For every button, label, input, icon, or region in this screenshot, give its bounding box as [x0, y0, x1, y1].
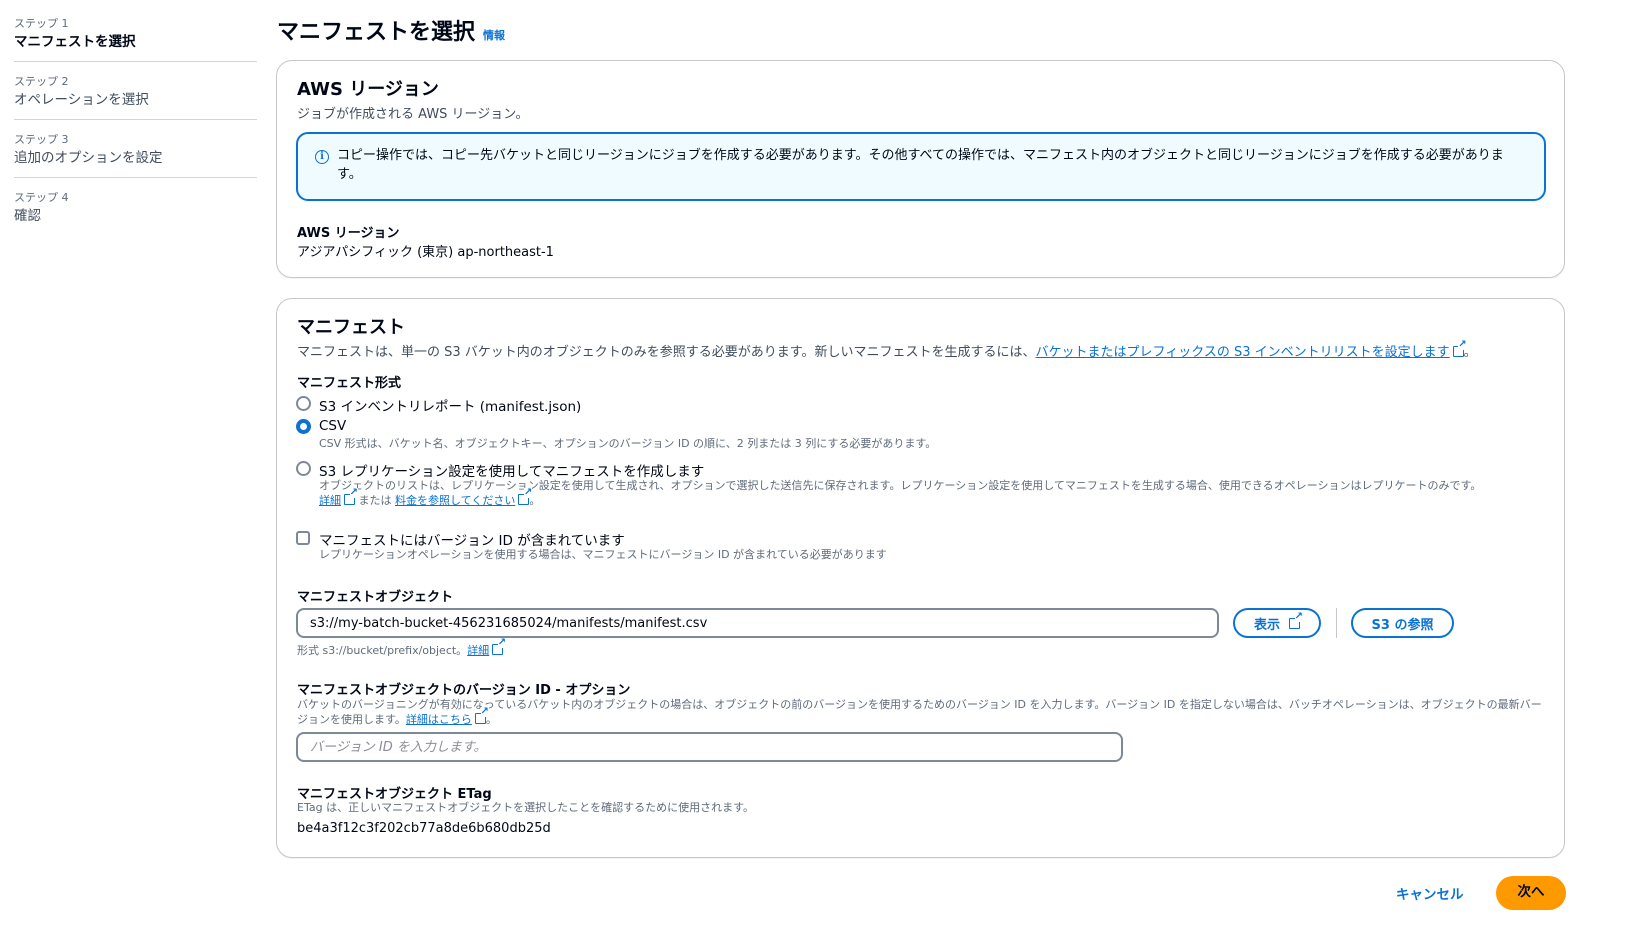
step-label[interactable]: 追加のオプションを設定	[14, 148, 257, 168]
manifest-description: マニフェストは、単一の S3 バケット内のオブジェクトのみを参照する必要がありま…	[297, 340, 1477, 360]
region-label: AWS リージョン	[297, 226, 400, 241]
version-id-label: マニフェストオブジェクトのバージョン ID - オプション	[297, 683, 631, 698]
alert-text: コピー操作では、コピー先バケットと同じリージョンにジョブを作成する必要があります…	[337, 148, 1504, 182]
view-button[interactable]: 表示	[1233, 608, 1321, 638]
step-label[interactable]: オペレーションを選択	[14, 90, 257, 110]
region-value: アジアパシフィック (東京) ap-northeast-1	[297, 245, 554, 260]
view-button-label[interactable]: 表示	[1254, 614, 1280, 633]
inventory-config-link[interactable]: バケットまたはプレフィックスの S3 インベントリリストを設定します	[1036, 345, 1450, 360]
external-link-icon	[492, 638, 507, 655]
manifest-panel: マニフェスト マニフェストは、単一の S3 バケット内のオブジェクトのみを参照す…	[276, 298, 1565, 858]
manifest-object-hint: 形式 s3://bucket/prefix/object。詳細	[297, 638, 507, 658]
radio-label[interactable]: S3 インベントリレポート (manifest.json)	[319, 395, 581, 415]
manifest-object-input[interactable]	[296, 608, 1219, 638]
radio-button[interactable]	[296, 396, 311, 411]
version-id-description: バケットのバージョニングが有効になっているバケット内のオブジェクトの場合は、オブ…	[297, 697, 1547, 727]
region-title: AWS リージョン	[297, 79, 439, 100]
external-link-icon	[518, 488, 533, 505]
etag-description: ETag は、正しいマニフェストオブジェクトを選択したことを確認するために使用さ…	[297, 801, 754, 814]
next-button[interactable]: 次へ	[1496, 876, 1566, 910]
learn-more-link[interactable]: 詳細はこちら	[406, 713, 472, 726]
manifest-format-label: マニフェスト形式	[297, 376, 402, 391]
browse-s3-label[interactable]: S3 の参照	[1372, 614, 1434, 633]
manifest-title: マニフェスト	[297, 317, 405, 338]
step-number: ステップ 4	[14, 191, 69, 204]
manifest-object-label: マニフェストオブジェクト	[297, 590, 454, 605]
step-3[interactable]: ステップ 3 追加のオプションを設定	[14, 132, 257, 178]
details-link[interactable]: 詳細	[467, 644, 489, 657]
version-id-input[interactable]	[296, 732, 1123, 762]
checkbox-label[interactable]: マニフェストにはバージョン ID が含まれています	[319, 529, 625, 549]
step-number: ステップ 1	[14, 17, 69, 30]
checkbox[interactable]	[296, 531, 310, 545]
pricing-link[interactable]: 料金を参照してください	[395, 494, 515, 507]
replication-desc-text: オブジェクトのリストは、レプリケーション設定を使用して生成され、オプションで選択…	[319, 479, 1482, 492]
cancel-button[interactable]: キャンセル	[1396, 883, 1464, 903]
region-panel: AWS リージョン ジョブが作成される AWS リージョン。 i コピー操作では…	[276, 60, 1565, 278]
step-number: ステップ 3	[14, 133, 69, 146]
external-link-icon	[1452, 340, 1467, 357]
details-link[interactable]: 詳細	[319, 494, 341, 507]
step-label[interactable]: 確認	[14, 206, 257, 226]
region-info-alert: i コピー操作では、コピー先バケットと同じリージョンにジョブを作成する必要があり…	[296, 132, 1546, 201]
info-link[interactable]: 情報	[483, 27, 505, 43]
radio-button-selected[interactable]	[296, 419, 311, 434]
external-link-icon	[1289, 611, 1303, 629]
etag-value: be4a3f12c3f202cb77a8de6b680db25d	[297, 821, 551, 836]
radio-button[interactable]	[296, 461, 311, 476]
step-number: ステップ 2	[14, 75, 69, 88]
step-4[interactable]: ステップ 4 確認	[14, 190, 257, 235]
external-link-icon	[344, 488, 358, 505]
region-description: ジョブが作成される AWS リージョン。	[297, 107, 529, 122]
step-label: マニフェストを選択	[14, 34, 136, 50]
page-title: マニフェストを選択	[277, 20, 476, 45]
page-header: マニフェストを選択 情報	[277, 14, 505, 46]
format-hint-text: 形式 s3://bucket/prefix/object。	[297, 644, 468, 657]
step-2[interactable]: ステップ 2 オペレーションを選択	[14, 74, 257, 120]
checkbox-description: レプリケーションオペレーションを使用する場合は、マニフェストにバージョン ID …	[319, 548, 887, 561]
button-divider	[1336, 608, 1337, 638]
step-1: ステップ 1 マニフェストを選択	[14, 16, 257, 62]
radio-description: オブジェクトのリストは、レプリケーション設定を使用して生成され、オプションで選択…	[319, 478, 1559, 508]
radio-label[interactable]: CSV	[319, 418, 346, 434]
external-link-icon	[474, 707, 489, 724]
manifest-desc-text: マニフェストは、単一の S3 バケット内のオブジェクトのみを参照する必要がありま…	[297, 345, 1036, 360]
radio-description: CSV 形式は、バケット名、オブジェクトキー、オプションのバージョン ID の順…	[319, 437, 937, 450]
browse-s3-button[interactable]: S3 の参照	[1351, 608, 1454, 638]
radio-label[interactable]: S3 レプリケーション設定を使用してマニフェストを作成します	[319, 460, 704, 480]
info-icon: i	[315, 150, 329, 164]
wizard-steps: ステップ 1 マニフェストを選択 ステップ 2 オペレーションを選択 ステップ …	[14, 16, 257, 247]
link-separator: または	[355, 494, 395, 507]
